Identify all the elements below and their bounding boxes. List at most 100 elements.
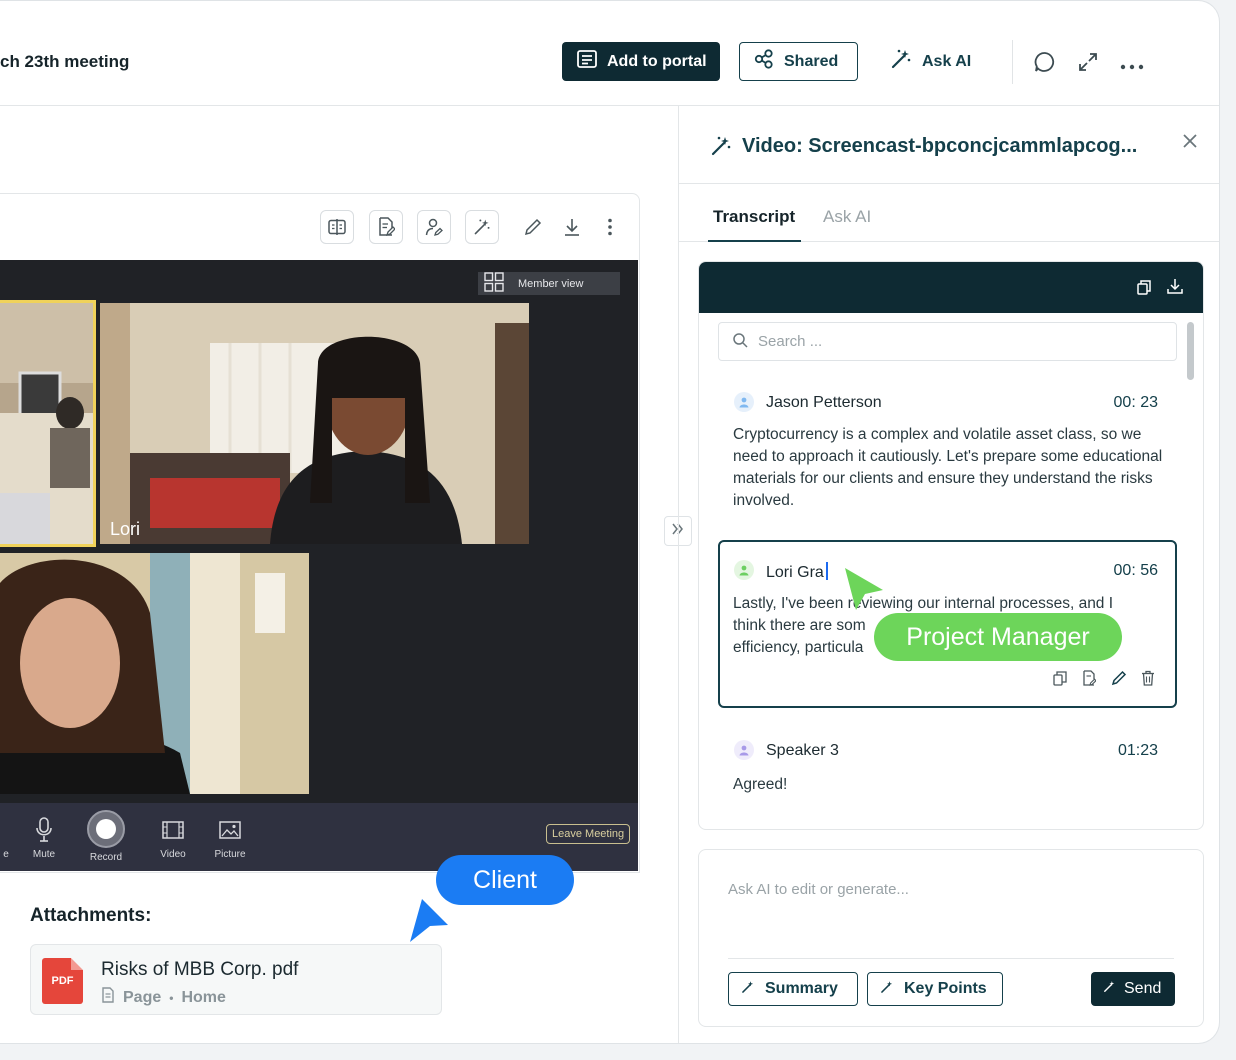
pm-cursor-label: Project Manager	[874, 613, 1122, 661]
record-label: Record	[89, 852, 123, 863]
magic-wand-tool-icon[interactable]	[465, 210, 499, 244]
add-to-portal-label: Add to portal	[607, 52, 707, 70]
user-edit-icon[interactable]	[417, 210, 451, 244]
transcript-entry[interactable]: Speaker 3 01:23 Agreed!	[718, 728, 1177, 818]
client-cursor-label: Client	[436, 855, 574, 905]
attachment-file-name: Risks of MBB Corp. pdf	[101, 959, 299, 980]
member-view-toggle[interactable]: Member view	[478, 272, 620, 295]
summary-button[interactable]: Summary	[728, 972, 858, 1006]
top-bar: ch 23th meeting Add to portal Shared Ask…	[0, 1, 1219, 106]
send-wand-icon	[1103, 980, 1116, 998]
attachment-meta: Page • Home	[101, 987, 226, 1008]
pencil-icon[interactable]	[516, 210, 550, 244]
entry-copy-icon[interactable]	[1053, 671, 1067, 691]
summary-label: Summary	[765, 980, 838, 997]
participant-name-lori: Lori	[110, 519, 141, 539]
ask-ai-input[interactable]: Ask AI to edit or generate...	[728, 881, 909, 898]
page-title: ch 23th meeting	[0, 52, 130, 71]
microphone-icon	[30, 817, 58, 843]
document-edit-icon[interactable]	[369, 210, 403, 244]
transcript-search[interactable]: Search ...	[718, 322, 1177, 361]
panel-magic-wand-icon	[710, 135, 732, 162]
more-options-icon[interactable]	[1120, 58, 1144, 76]
shared-label: Shared	[784, 52, 839, 70]
key-points-wand-icon	[880, 980, 894, 999]
video-label: Video	[160, 849, 186, 860]
entry-document-icon[interactable]	[1082, 670, 1097, 691]
transcript-panel: Video: Screencast-bpconcjcammlapcog... T…	[678, 106, 1219, 1043]
ask-ai-card: Ask AI to edit or generate... Summary Ke…	[698, 849, 1204, 1027]
video-control[interactable]: Video	[156, 817, 190, 860]
comment-icon[interactable]	[1033, 50, 1057, 79]
app-window: ch 23th meeting Add to portal Shared Ask…	[0, 0, 1220, 1044]
picture-control[interactable]: Picture	[211, 817, 249, 860]
attachment-meta-home: Home	[181, 988, 226, 1006]
partial-control-label: e	[3, 849, 9, 860]
speaker-name: Jason Petterson	[766, 394, 882, 411]
share-icon	[754, 49, 774, 74]
participant-tile-1	[0, 300, 96, 547]
meeting-video[interactable]: Member view Lori e Mute Record Video Pic…	[0, 260, 638, 871]
expand-icon[interactable]	[1077, 51, 1099, 78]
participant-tile-3	[0, 553, 309, 794]
entry-delete-icon[interactable]	[1141, 670, 1155, 691]
toolbar-divider	[1012, 40, 1013, 84]
panel-tabs: Transcript Ask AI	[679, 184, 1219, 242]
transcript-scrollbar[interactable]	[1187, 322, 1194, 380]
attachment-card[interactable]: PDF Risks of MBB Corp. pdf Page • Home	[30, 944, 442, 1015]
search-icon	[732, 332, 748, 352]
picture-icon	[216, 817, 244, 843]
mute-control[interactable]: Mute	[27, 817, 61, 860]
transcript-download-icon[interactable]	[1167, 278, 1183, 299]
panel-header: Video: Screencast-bpconcjcammlapcog...	[679, 106, 1219, 184]
entry-timestamp[interactable]: 01:23	[1118, 742, 1158, 760]
member-view-label: Member view	[518, 277, 584, 290]
entry-timestamp[interactable]: 00: 23	[1114, 394, 1158, 412]
tab-transcript[interactable]: Transcript	[707, 207, 802, 242]
entry-text: Cryptocurrency is a complex and volatile…	[733, 426, 1163, 509]
entry-text-line: Lastly, I've been reviewing our internal…	[733, 595, 1114, 612]
film-icon	[159, 817, 187, 843]
compare-icon[interactable]	[320, 210, 354, 244]
magic-wand-icon	[890, 48, 912, 75]
portal-icon	[577, 50, 597, 73]
attachments-heading: Attachments:	[30, 905, 152, 926]
tab-ask-ai[interactable]: Ask AI	[823, 207, 871, 227]
leave-meeting-button[interactable]: Leave Meeting	[546, 824, 631, 844]
speaker-avatar-icon	[734, 392, 754, 412]
ask-ai-button[interactable]: Ask AI	[890, 42, 971, 81]
entry-timestamp[interactable]: 00: 56	[1114, 562, 1158, 580]
speaker-name-input[interactable]: Lori Gra	[766, 562, 828, 582]
mute-label: Mute	[32, 849, 56, 860]
speaker-avatar-icon	[734, 740, 754, 760]
client-cursor-icon	[408, 897, 450, 948]
close-icon[interactable]	[1181, 132, 1199, 155]
key-points-label: Key Points	[904, 980, 987, 997]
pdf-badge-label: PDF	[51, 975, 74, 987]
panel-title: Video: Screencast-bpconcjcammlapcog...	[742, 135, 1138, 157]
key-points-button[interactable]: Key Points	[867, 972, 1003, 1006]
kebab-menu-icon[interactable]	[593, 210, 627, 244]
attachment-meta-page: Page	[123, 988, 162, 1006]
shared-button[interactable]: Shared	[739, 42, 858, 81]
copy-icon[interactable]	[1136, 279, 1152, 300]
record-icon	[86, 809, 126, 849]
participant-tile-lori: Lori	[100, 303, 529, 544]
entry-edit-icon[interactable]	[1111, 670, 1127, 691]
ask-ai-divider	[728, 958, 1174, 959]
pm-cursor-icon	[842, 566, 886, 617]
text-caret	[825, 562, 828, 580]
search-placeholder: Search ...	[758, 333, 823, 350]
summary-wand-icon	[741, 980, 755, 999]
transcript-card: Search ... Jason Petterson 00: 23 Crypto…	[698, 261, 1204, 830]
speaker-name: Speaker 3	[766, 742, 839, 759]
picture-label: Picture	[214, 849, 246, 860]
download-icon[interactable]	[555, 210, 589, 244]
transcript-toolbar	[699, 262, 1203, 313]
send-button[interactable]: Send	[1091, 972, 1175, 1006]
transcript-entry[interactable]: Jason Petterson 00: 23 Cryptocurrency is…	[718, 380, 1177, 520]
speaker-avatar-icon	[734, 560, 754, 580]
record-control[interactable]: Record	[84, 809, 128, 863]
pdf-file-icon: PDF	[42, 958, 83, 1004]
add-to-portal-button[interactable]: Add to portal	[562, 42, 720, 81]
